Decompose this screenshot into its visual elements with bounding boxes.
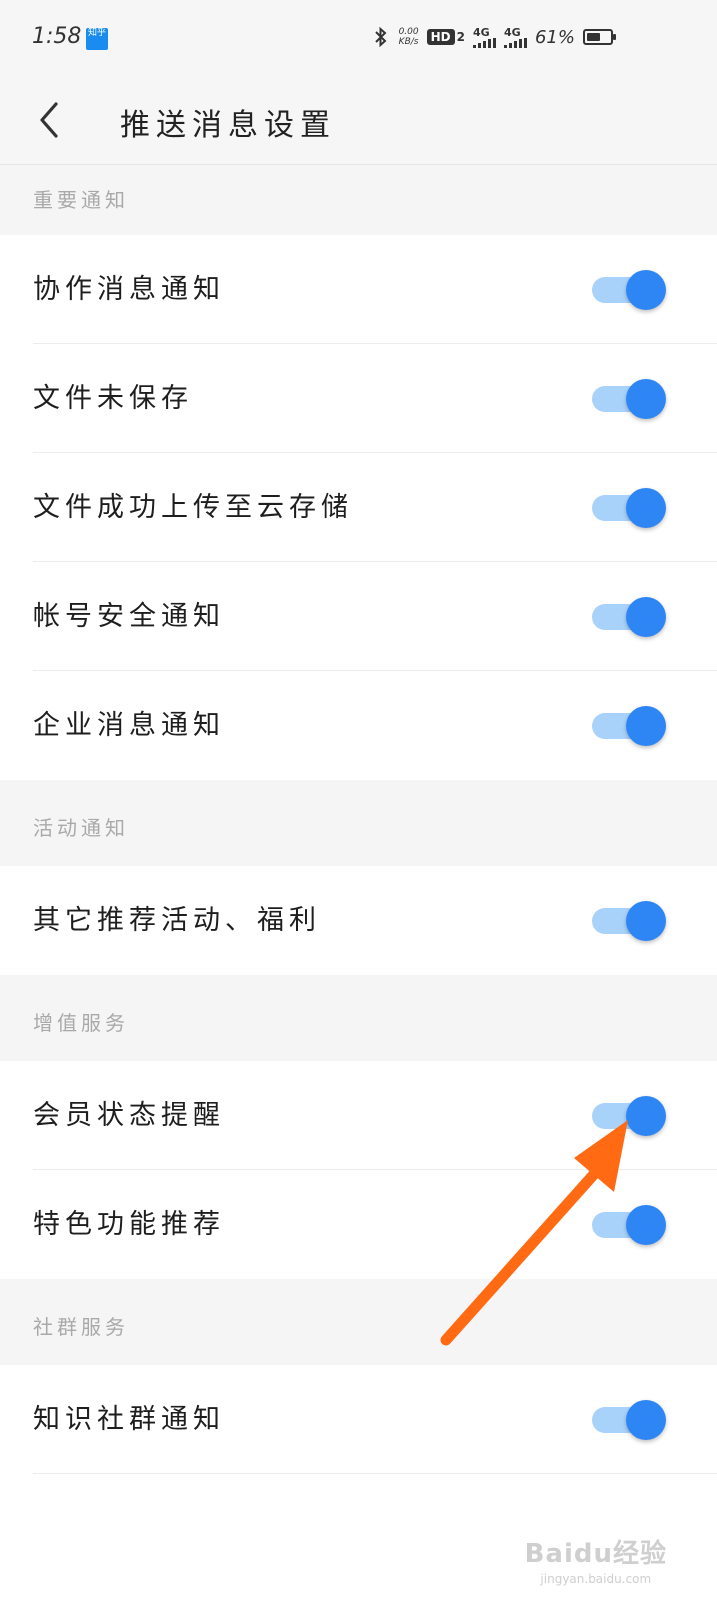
net-speed-value: 0.00 bbox=[398, 27, 419, 37]
net-speed-unit: KB/s bbox=[398, 37, 419, 47]
status-time: 1:58 bbox=[32, 24, 82, 49]
setting-label: 特色功能推荐 bbox=[33, 1209, 225, 1240]
settings-list: 重要通知协作消息通知 文件未保存文件成功上传至云存储 帐号安全通知 企业消息通知活动通… bbox=[0, 165, 717, 1474]
settings-row: 其它推荐活动、福利 bbox=[0, 866, 717, 975]
nav-header: 推送消息设置 bbox=[0, 80, 717, 165]
setting-label: 文件未保存 bbox=[33, 383, 193, 414]
setting-label: 帐号安全通知 bbox=[33, 601, 225, 632]
watermark-sub: jingyan.baidu.com bbox=[540, 1572, 652, 1586]
settings-row: 企业消息通知 bbox=[0, 671, 717, 780]
net-speed: 0.00 KB/s bbox=[399, 27, 419, 47]
signal-1-label: 4G bbox=[472, 25, 490, 39]
setting-label: 文件成功上传至云存储 bbox=[33, 492, 353, 523]
watermark-main: Baidu经验 bbox=[524, 1539, 667, 1569]
baidu-watermark: Baidu经验 jingyan.baidu.com bbox=[525, 1533, 667, 1586]
signal-bars-icon bbox=[503, 37, 527, 48]
signal-2-label: 4G bbox=[503, 25, 521, 39]
toggle-knob bbox=[626, 270, 666, 310]
toggle-knob bbox=[626, 1096, 666, 1136]
toggle-knob bbox=[626, 901, 666, 941]
settings-row: 帐号安全通知 bbox=[0, 562, 717, 671]
settings-row: 文件成功上传至云存储 bbox=[0, 453, 717, 562]
settings-row: 会员状态提醒 bbox=[0, 1061, 717, 1170]
section-header: 社群服务 bbox=[0, 1279, 717, 1365]
row-divider bbox=[33, 1473, 717, 1474]
toggle-knob bbox=[626, 706, 666, 746]
toggle-knob bbox=[626, 1205, 666, 1245]
section-header: 活动通知 bbox=[0, 780, 717, 866]
setting-label: 知识社群通知 bbox=[33, 1404, 225, 1435]
settings-row: 特色功能推荐 bbox=[0, 1170, 717, 1279]
signal-bars-icon bbox=[472, 37, 496, 48]
toggle-switch[interactable] bbox=[592, 270, 668, 310]
battery-percent: 61% bbox=[534, 26, 575, 48]
status-icons: 0.00 KB/s HD 2 4G 4G 61% bbox=[371, 25, 616, 48]
setting-label: 会员状态提醒 bbox=[33, 1100, 225, 1131]
zhihu-app-icon: 知乎 bbox=[86, 28, 108, 50]
settings-row: 文件未保存 bbox=[0, 344, 717, 453]
section-header: 增值服务 bbox=[0, 975, 717, 1061]
toggle-switch[interactable] bbox=[592, 1096, 668, 1136]
toggle-knob bbox=[626, 379, 666, 419]
hd-sub: 2 bbox=[456, 30, 465, 44]
hd-badge: HD bbox=[426, 29, 455, 45]
toggle-knob bbox=[626, 1400, 666, 1440]
battery-icon bbox=[583, 29, 616, 45]
bluetooth-icon bbox=[374, 26, 387, 48]
setting-label: 协作消息通知 bbox=[33, 274, 225, 305]
toggle-switch[interactable] bbox=[592, 1400, 668, 1440]
page-title: 推送消息设置 bbox=[120, 108, 336, 143]
signal-1: 4G bbox=[472, 25, 496, 48]
settings-row: 协作消息通知 bbox=[0, 235, 717, 344]
toggle-switch[interactable] bbox=[592, 901, 668, 941]
toggle-switch[interactable] bbox=[592, 379, 668, 419]
toggle-switch[interactable] bbox=[592, 706, 668, 746]
signal-2: 4G bbox=[503, 25, 527, 48]
toggle-knob bbox=[626, 597, 666, 637]
toggle-switch[interactable] bbox=[592, 488, 668, 528]
status-bar: 1:58 知乎 0.00 KB/s HD 2 4G 4G 61% bbox=[0, 0, 717, 80]
section-header: 重要通知 bbox=[0, 165, 717, 235]
setting-label: 企业消息通知 bbox=[33, 710, 225, 741]
toggle-switch[interactable] bbox=[592, 597, 668, 637]
toggle-switch[interactable] bbox=[592, 1205, 668, 1245]
toggle-knob bbox=[626, 488, 666, 528]
back-arrow-icon[interactable] bbox=[28, 98, 72, 142]
battery-fill bbox=[587, 33, 601, 41]
settings-row: 知识社群通知 bbox=[0, 1365, 717, 1474]
setting-label: 其它推荐活动、福利 bbox=[33, 905, 321, 936]
